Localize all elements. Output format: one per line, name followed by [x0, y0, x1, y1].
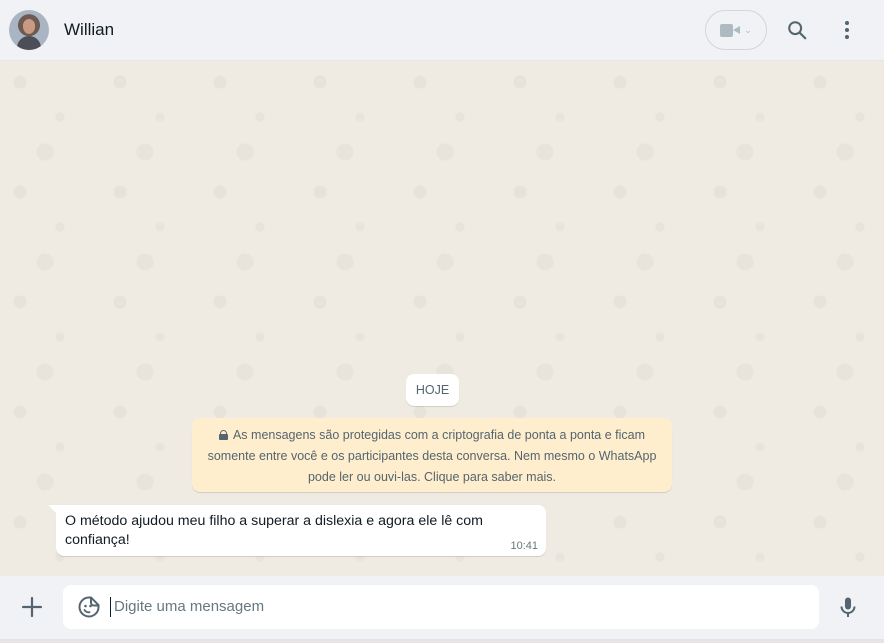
search-icon — [788, 21, 807, 40]
contact-avatar[interactable] — [9, 10, 49, 50]
message-input-box[interactable]: Digite uma mensagem — [63, 585, 819, 629]
text-caret — [110, 597, 111, 617]
chevron-down-icon: ⌄ — [744, 24, 752, 35]
avatar-face — [23, 19, 35, 34]
message-list[interactable] — [0, 62, 884, 576]
emoji-button[interactable] — [77, 595, 101, 619]
menu-button[interactable] — [835, 18, 859, 42]
voice-message-button[interactable] — [836, 595, 860, 619]
more-vertical-icon — [845, 21, 849, 39]
chat-header: Willian ⌄ — [0, 0, 884, 61]
lock-icon — [218, 430, 228, 440]
video-camera-icon — [720, 23, 741, 37]
window-bottom-edge — [0, 639, 884, 643]
message-time: 10:41 — [510, 540, 538, 552]
contact-name[interactable]: Willian — [64, 20, 114, 40]
date-divider: HOJE — [406, 374, 459, 406]
message-list-scrollbar[interactable] — [878, 62, 884, 576]
encryption-notice-text: As mensagens são protegidas com a cripto… — [207, 428, 657, 484]
message-text: O método ajudou meu filho a superar a di… — [65, 513, 483, 548]
sticker-icon — [78, 596, 100, 618]
encryption-notice[interactable]: As mensagens são protegidas com a cripto… — [192, 418, 672, 492]
composer-bar: Digite uma mensagem — [0, 576, 884, 643]
video-call-button[interactable]: ⌄ — [705, 10, 767, 50]
attach-button[interactable] — [20, 595, 44, 619]
incoming-message[interactable]: O método ajudou meu filho a superar a di… — [56, 505, 546, 556]
microphone-icon — [840, 597, 856, 617]
message-input[interactable]: Digite uma mensagem — [114, 598, 264, 615]
search-button[interactable] — [785, 18, 809, 42]
avatar-body — [17, 36, 41, 50]
plus-icon — [21, 596, 43, 618]
